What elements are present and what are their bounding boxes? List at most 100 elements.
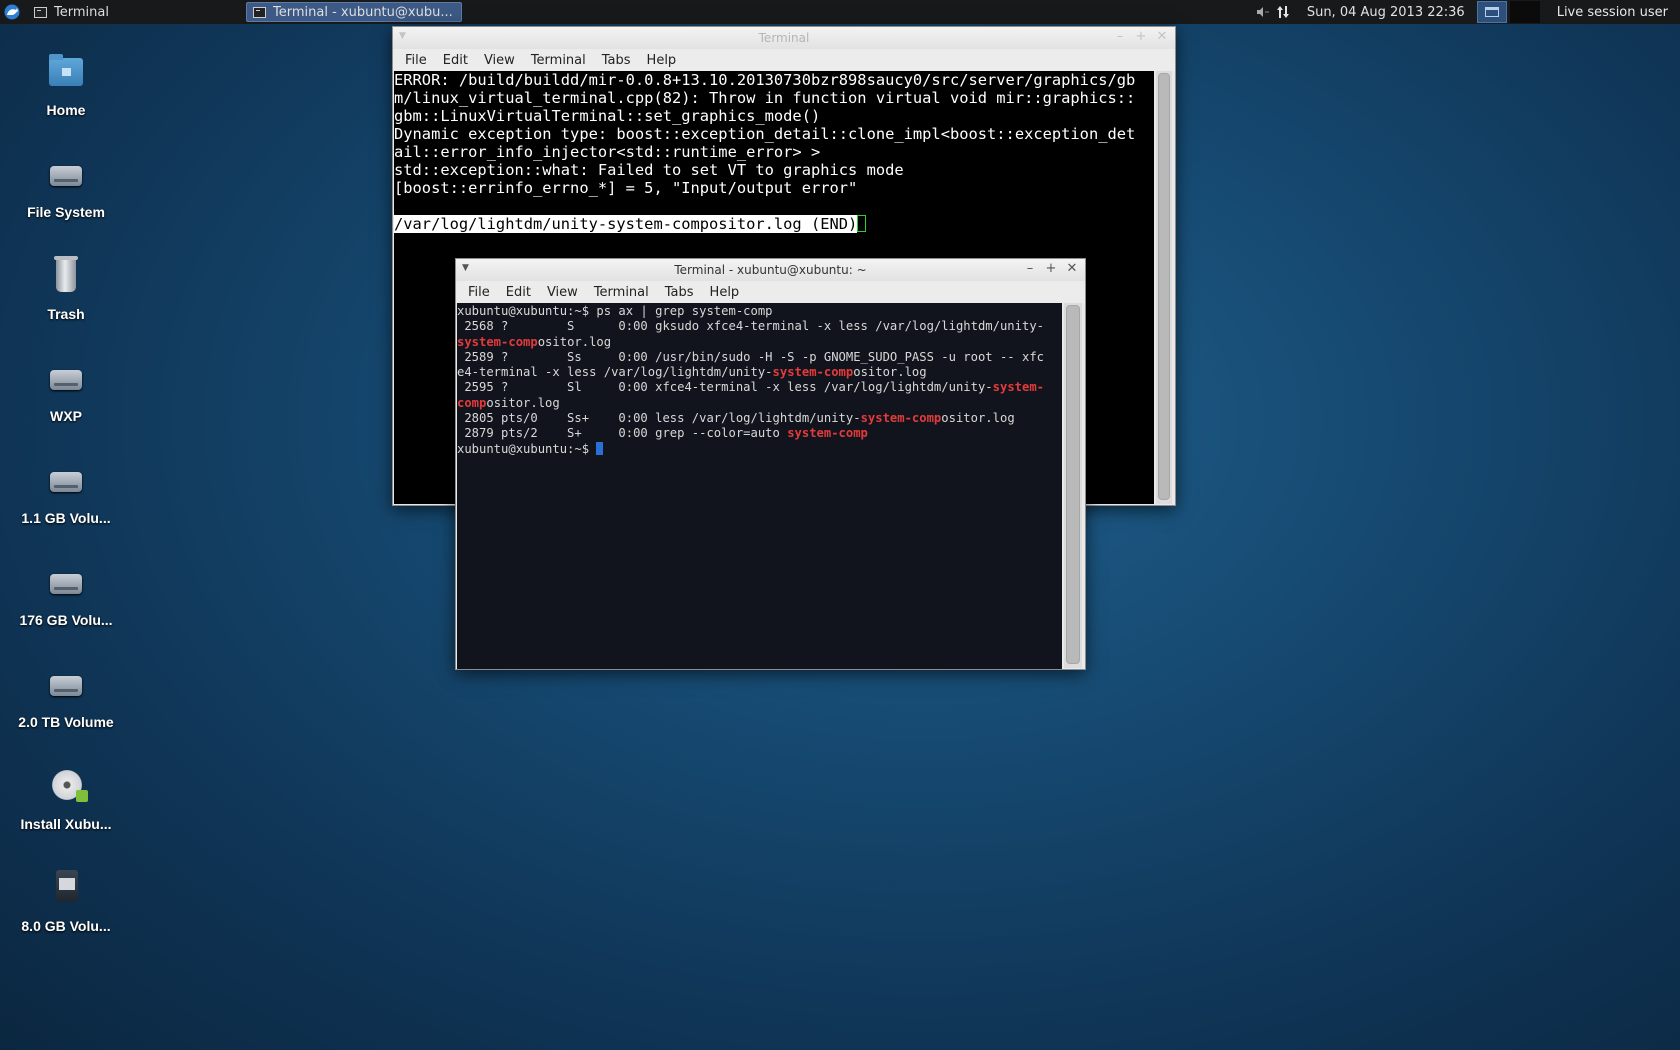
desktop-icon-label: Trash — [47, 306, 85, 322]
terminal-line: [boost::errinfo_errno_*] = 5, "Input/out… — [394, 179, 858, 197]
scrollbar[interactable] — [1064, 303, 1082, 668]
scrollbar[interactable] — [1156, 71, 1172, 504]
volume-muted-icon[interactable] — [1253, 0, 1273, 24]
desktop-icon[interactable]: 1.1 GB Volu... — [8, 460, 124, 526]
whisker-menu-button[interactable] — [0, 0, 24, 24]
terminal-text: 2568 ? S 0:00 gksudo xfce4-terminal -x l… — [457, 319, 1044, 334]
desktop-icon[interactable]: 176 GB Volu... — [8, 562, 124, 628]
menu-terminal[interactable]: Terminal — [586, 285, 657, 300]
menu-help[interactable]: Help — [702, 285, 748, 300]
menu-file[interactable]: File — [460, 285, 498, 300]
terminal-line: 2568 ? S 0:00 gksudo xfce4-terminal -x l… — [457, 319, 1062, 334]
terminal-line: ERROR: /build/buildd/mir-0.0.8+13.10.201… — [394, 71, 1136, 89]
desktop-icon-label: 2.0 TB Volume — [18, 714, 114, 730]
menu-terminal[interactable]: Terminal — [523, 53, 594, 68]
menu-edit[interactable]: Edit — [498, 285, 539, 300]
terminal-line: m/linux_virtual_terminal.cpp(82): Throw … — [394, 89, 1136, 107]
home-folder-icon — [46, 52, 86, 92]
terminal-line: xubuntu@xubuntu:~$ — [457, 441, 1062, 457]
terminal-text: ositor.log — [941, 411, 1015, 426]
less-status-line: /var/log/lightdm/unity-system-compositor… — [394, 215, 1154, 233]
desktop-icon-label: 8.0 GB Volu... — [21, 918, 111, 934]
close-icon[interactable]: ✕ — [1155, 29, 1169, 44]
xubuntu-mouse-icon — [4, 4, 20, 20]
terminal-text: e4-terminal -x less /var/log/lightdm/uni… — [457, 365, 773, 380]
terminal-line: 2805 pts/0 Ss+ 0:00 less /var/log/lightd… — [457, 411, 1062, 426]
network-updown-icon[interactable] — [1273, 0, 1293, 24]
task-list: Terminal Terminal - xubuntu@xubu... — [24, 2, 462, 22]
terminal-text: 2879 pts/2 S+ 0:00 grep --color=auto — [457, 426, 788, 441]
drive-icon — [46, 664, 86, 704]
scrollbar-thumb[interactable] — [1158, 73, 1170, 500]
window-titlebar[interactable]: ▼ Terminal – + ✕ — [393, 27, 1175, 49]
menu-file[interactable]: File — [397, 53, 435, 68]
minimize-icon[interactable]: – — [1113, 29, 1127, 44]
desktop-icon[interactable]: File System — [8, 154, 124, 220]
terminal-line: 2879 pts/2 S+ 0:00 grep --color=auto sys… — [457, 426, 1062, 441]
menu-view[interactable]: View — [539, 285, 586, 300]
less-end-marker: /var/log/lightdm/unity-system-compositor… — [394, 215, 858, 233]
desktop-icon[interactable]: 2.0 TB Volume — [8, 664, 124, 730]
grep-match: system-comp — [772, 365, 854, 380]
desktop-icon[interactable]: 8.0 GB Volu... — [8, 868, 124, 934]
terminal-line: compositor.log — [457, 396, 1062, 411]
taskbar-label: Terminal - xubuntu@xubu... — [273, 4, 453, 20]
terminal-window-shell[interactable]: ▼ Terminal - xubuntu@xubuntu: ~ – + ✕ Fi… — [455, 258, 1086, 670]
grep-match: system-comp — [457, 334, 538, 349]
workspace-window-thumb — [1484, 7, 1499, 17]
clock[interactable]: Sun, 04 Aug 2013 22:36 — [1307, 5, 1465, 20]
maximize-icon[interactable]: + — [1044, 261, 1058, 276]
desktop-icon-label: Home — [46, 102, 86, 118]
terminal-line: 2589 ? Ss 0:00 /usr/bin/sudo -H -S -p GN… — [457, 350, 1062, 365]
menubar: File Edit View Terminal Tabs Help — [393, 49, 1175, 71]
drive-icon — [46, 460, 86, 500]
menu-tabs[interactable]: Tabs — [594, 53, 639, 68]
terminal-icon — [253, 6, 266, 18]
terminal-text: xubuntu@xubuntu:~$ ps ax | grep system-c… — [457, 304, 773, 318]
window-titlebar[interactable]: ▼ Terminal - xubuntu@xubuntu: ~ – + ✕ — [456, 259, 1085, 281]
terminal-icon — [34, 6, 47, 18]
maximize-icon[interactable]: + — [1134, 29, 1148, 44]
workspace-1[interactable] — [1476, 1, 1507, 23]
terminal-text: xubuntu@xubuntu:~$ — [457, 441, 597, 456]
window-menu-icon[interactable]: ▼ — [399, 31, 406, 41]
terminal-text: ositor.log — [486, 395, 560, 410]
terminal-text: 2595 ? Sl 0:00 xfce4-terminal -x less /v… — [457, 380, 993, 395]
terminal-cursor — [857, 215, 867, 232]
terminal-text: ositor.log — [537, 334, 612, 349]
desktop-icon-label: 1.1 GB Volu... — [21, 510, 111, 526]
taskbar-button[interactable]: Terminal - xubuntu@xubu... — [246, 2, 462, 22]
trash-icon — [46, 256, 86, 296]
terminal-line: e4-terminal -x less /var/log/lightdm/uni… — [457, 365, 1062, 380]
close-icon[interactable]: ✕ — [1065, 261, 1079, 276]
menu-help[interactable]: Help — [639, 53, 685, 68]
grep-match: system-comp — [860, 411, 942, 426]
terminal-output[interactable]: xubuntu@xubuntu:~$ ps ax | grep system-c… — [457, 303, 1062, 669]
drive-icon — [46, 358, 86, 398]
menubar: File Edit View Terminal Tabs Help — [456, 281, 1085, 303]
session-user-menu[interactable]: Live session user — [1557, 5, 1668, 20]
desktop-icon[interactable]: Trash — [8, 256, 124, 322]
window-menu-icon[interactable]: ▼ — [462, 263, 469, 273]
drive-icon — [46, 562, 86, 602]
desktop-icon[interactable]: WXP — [8, 358, 124, 424]
grep-match: system-comp — [787, 426, 868, 441]
window-title: Terminal — [758, 31, 810, 45]
desktop-icon-label: 176 GB Volu... — [19, 612, 113, 628]
scrollbar-thumb[interactable] — [1066, 305, 1080, 664]
minimize-icon[interactable]: – — [1023, 261, 1037, 276]
terminal-line: 2595 ? Sl 0:00 xfce4-terminal -x less /v… — [457, 380, 1062, 395]
terminal-text: 2805 pts/0 Ss+ 0:00 less /var/log/lightd… — [457, 411, 861, 426]
menu-view[interactable]: View — [476, 53, 523, 68]
grep-match: comp — [457, 395, 487, 410]
menu-tabs[interactable]: Tabs — [657, 285, 702, 300]
menu-edit[interactable]: Edit — [435, 53, 476, 68]
terminal-line: Dynamic exception type: boost::exception… — [394, 125, 1136, 143]
taskbar-button[interactable]: Terminal — [28, 2, 242, 22]
desktop-icon[interactable]: Install Xubu... — [8, 766, 124, 832]
desktop-icon[interactable]: Home — [8, 52, 124, 118]
workspace-2[interactable] — [1509, 1, 1540, 23]
desktop-icon-label: File System — [27, 204, 105, 220]
terminal-line: ail::error_info_injector<std::runtime_er… — [394, 143, 821, 161]
terminal-line: std::exception::what: Failed to set VT t… — [394, 161, 904, 179]
